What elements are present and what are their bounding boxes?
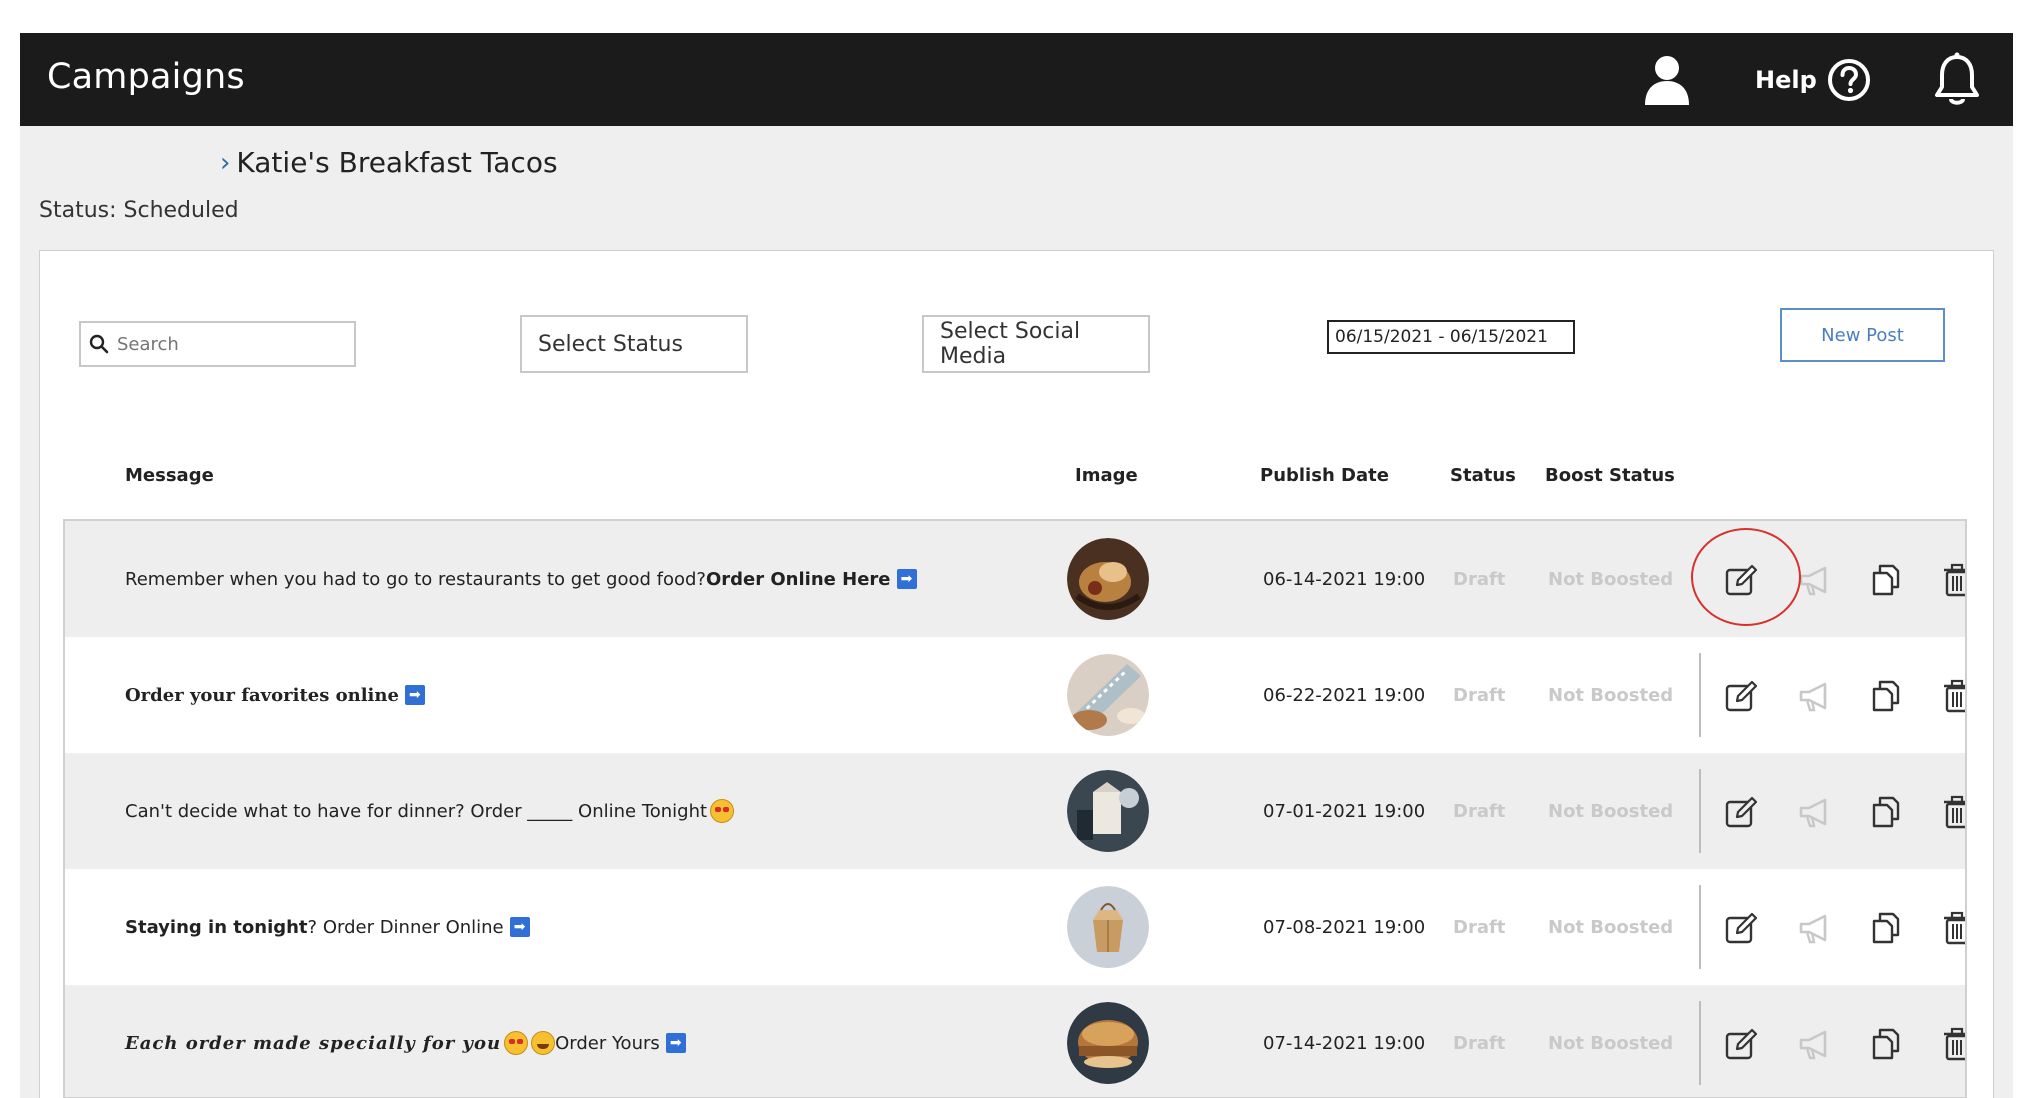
breadcrumb: › Katie's Breakfast Tacos — [220, 146, 558, 179]
publish-date: 07-01-2021 19:00 — [1263, 800, 1426, 822]
post-message: Order your favorites online ➡ — [125, 637, 425, 753]
publish-date: 06-22-2021 19:00 — [1263, 684, 1426, 706]
megaphone-icon[interactable] — [1797, 1027, 1833, 1061]
heart-eyes-emoji-icon — [710, 799, 735, 823]
chevron-right-icon: › — [220, 147, 231, 178]
help-label: Help — [1755, 66, 1817, 94]
duplicate-icon[interactable] — [1870, 795, 1906, 829]
post-message: Remember when you had to go to restauran… — [125, 521, 917, 637]
edit-icon[interactable] — [1724, 679, 1760, 713]
megaphone-icon[interactable] — [1797, 911, 1833, 945]
post-thumbnail[interactable] — [1067, 538, 1149, 620]
message-text: ? Order Dinner Online — [307, 916, 504, 938]
actions-divider — [1699, 653, 1701, 737]
arrow-right-icon: ➡ — [896, 569, 917, 589]
boost-status: Not Boosted — [1548, 800, 1674, 822]
select-status-dropdown[interactable]: Select Status — [520, 315, 748, 373]
actions-divider — [1699, 1001, 1701, 1085]
post-thumbnail[interactable] — [1067, 1002, 1149, 1084]
user-icon[interactable] — [1642, 53, 1692, 107]
help-button[interactable]: Help — [1755, 57, 1871, 103]
duplicate-icon[interactable] — [1870, 911, 1906, 945]
top-navigation-bar: Campaigns Help — [20, 33, 2013, 126]
duplicate-icon[interactable] — [1870, 563, 1906, 597]
post-thumbnail[interactable] — [1067, 770, 1149, 852]
heart-eyes-emoji-icon — [504, 1031, 529, 1055]
message-text: Order Yours — [555, 1032, 660, 1054]
bell-icon[interactable] — [1932, 51, 1982, 109]
megaphone-icon[interactable] — [1797, 795, 1833, 829]
edit-icon[interactable] — [1724, 795, 1760, 829]
column-header-boost-status: Boost Status — [1545, 465, 1675, 486]
grinning-emoji-icon — [531, 1031, 556, 1055]
trash-icon[interactable] — [1941, 1027, 1967, 1061]
arrow-right-icon: ➡ — [665, 1033, 686, 1053]
actions-divider — [1699, 769, 1701, 853]
campaign-status: Status: Scheduled — [39, 198, 239, 223]
post-status: Draft — [1453, 684, 1506, 706]
post-message: Each order made specially for you Order … — [125, 985, 686, 1097]
post-thumbnail[interactable] — [1067, 654, 1149, 736]
message-styled-text: Order your favorites online — [125, 684, 399, 706]
table-row: Each order made specially for you Order … — [65, 985, 1967, 1097]
publish-date: 06-14-2021 19:00 — [1263, 568, 1426, 590]
select-social-media-dropdown[interactable]: Select Social Media — [922, 315, 1150, 373]
edit-icon[interactable] — [1724, 911, 1760, 945]
boost-status: Not Boosted — [1548, 1032, 1674, 1054]
highlight-annotation-circle — [1691, 528, 1801, 626]
date-range-input[interactable]: 06/15/2021 - 06/15/2021 — [1327, 320, 1575, 354]
table-row: Remember when you had to go to restauran… — [65, 521, 1965, 637]
publish-date: 07-08-2021 19:00 — [1263, 916, 1426, 938]
trash-icon[interactable] — [1941, 911, 1967, 945]
column-header-status: Status — [1450, 465, 1516, 486]
post-status: Draft — [1453, 1032, 1506, 1054]
message-styled-text: Each order made specially for you — [125, 1032, 502, 1054]
post-status: Draft — [1453, 568, 1506, 590]
publish-date: 07-14-2021 19:00 — [1263, 1032, 1426, 1054]
post-message: Can't decide what to have for dinner? Or… — [125, 753, 735, 869]
actions-divider — [1699, 885, 1701, 969]
column-header-message: Message — [125, 465, 214, 486]
trash-icon[interactable] — [1941, 563, 1967, 597]
post-status: Draft — [1453, 800, 1506, 822]
edit-icon[interactable] — [1724, 1027, 1760, 1061]
search-box[interactable] — [79, 321, 356, 367]
app-frame: Campaigns Help › Katie's Breakfast Tacos… — [20, 33, 2013, 1098]
post-thumbnail[interactable] — [1067, 886, 1149, 968]
arrow-right-icon: ➡ — [404, 685, 425, 705]
table-row: Order your favorites online ➡ 06-22-2021… — [65, 637, 1965, 753]
duplicate-icon[interactable] — [1870, 679, 1906, 713]
post-status: Draft — [1453, 916, 1506, 938]
boost-status: Not Boosted — [1548, 568, 1674, 590]
new-post-button[interactable]: New Post — [1780, 308, 1945, 362]
megaphone-icon[interactable] — [1797, 679, 1833, 713]
search-input[interactable] — [115, 332, 349, 356]
search-icon — [89, 334, 109, 354]
posts-panel: Select Status Select Social Media 06/15/… — [39, 250, 1994, 1098]
boost-status: Not Boosted — [1548, 684, 1674, 706]
arrow-right-icon: ➡ — [509, 917, 530, 937]
campaign-name[interactable]: Katie's Breakfast Tacos — [236, 146, 557, 179]
posts-table: Remember when you had to go to restauran… — [63, 519, 1967, 1098]
help-circle-icon — [1827, 59, 1870, 101]
message-text: Remember when you had to go to restauran… — [125, 568, 706, 590]
table-row: Can't decide what to have for dinner? Or… — [65, 753, 1965, 869]
column-header-image: Image — [1075, 465, 1138, 486]
message-text: Can't decide what to have for dinner? Or… — [125, 800, 708, 822]
message-bold-text: Staying in tonight — [125, 916, 308, 938]
megaphone-icon[interactable] — [1797, 563, 1833, 597]
column-header-publish-date: Publish Date — [1260, 465, 1389, 486]
trash-icon[interactable] — [1941, 679, 1967, 713]
trash-icon[interactable] — [1941, 795, 1967, 829]
table-row: Staying in tonight ? Order Dinner Online… — [65, 869, 1965, 985]
duplicate-icon[interactable] — [1870, 1027, 1906, 1061]
app-title: Campaigns — [47, 57, 245, 97]
boost-status: Not Boosted — [1548, 916, 1674, 938]
message-bold-text: Order Online Here — [705, 568, 891, 590]
post-message: Staying in tonight ? Order Dinner Online… — [125, 869, 530, 985]
